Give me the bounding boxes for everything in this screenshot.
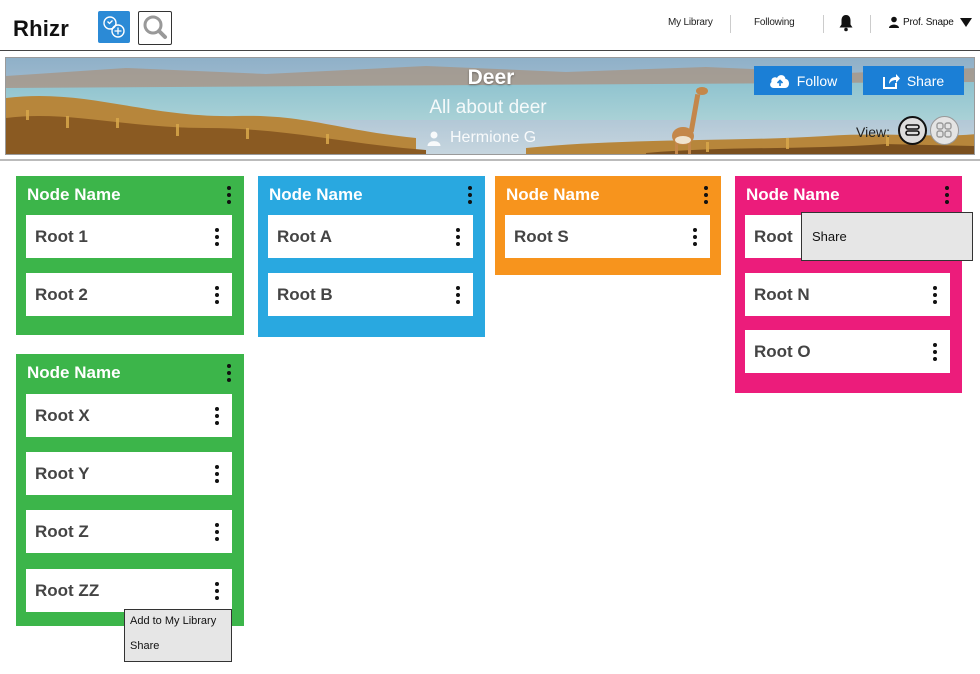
root-item-menu-button[interactable] <box>453 285 463 304</box>
search-icon <box>143 15 167 39</box>
author-icon <box>427 131 441 146</box>
share-label: Share <box>906 72 945 89</box>
node-title[interactable]: Node Name <box>506 185 600 205</box>
root-item-label: Root Z <box>35 521 89 541</box>
node-card-header: Node Name <box>745 176 952 214</box>
root-item-menu-button[interactable] <box>212 285 222 304</box>
share-icon <box>882 73 900 89</box>
search-button[interactable] <box>138 11 172 45</box>
node-context-menu: Share <box>801 212 973 261</box>
user-icon <box>889 16 899 28</box>
root-item-label: Root <box>754 226 793 246</box>
nav-divider <box>730 15 731 33</box>
root-item-label: Root ZZ <box>35 580 100 600</box>
node-card: Node Name Root A Root B <box>258 176 485 337</box>
root-item[interactable]: Root 1 <box>26 215 232 258</box>
node-title[interactable]: Node Name <box>27 185 121 205</box>
top-bar-divider <box>0 50 980 51</box>
node-card: Node Name Root Root N Root O <box>735 176 962 393</box>
root-item[interactable]: Root X <box>26 394 232 437</box>
root-item-menu-button[interactable] <box>930 342 940 361</box>
bell-icon <box>839 15 853 32</box>
topic-banner: Deer All about deer Hermione G Follow Sh… <box>5 57 975 155</box>
root-item[interactable]: Root S <box>505 215 710 258</box>
root-item[interactable]: Root Y <box>26 452 232 495</box>
app-logo[interactable]: Rhizr <box>13 16 69 42</box>
root-item[interactable]: Root B <box>268 273 473 316</box>
root-item-menu-button[interactable] <box>212 581 222 600</box>
grid-view-icon <box>936 122 952 138</box>
node-card-header: Node Name <box>268 176 475 214</box>
item-context-menu: Add to My Library Share <box>124 609 232 662</box>
notifications-button[interactable] <box>838 14 854 37</box>
topic-author[interactable]: Hermione G <box>426 129 536 147</box>
root-item-menu-button[interactable] <box>690 227 700 246</box>
root-item-menu-button[interactable] <box>453 227 463 246</box>
node-title[interactable]: Node Name <box>746 185 840 205</box>
menu-item-add-to-library[interactable]: Add to My Library <box>125 610 231 633</box>
cloud-upload-icon <box>769 74 789 88</box>
author-name: Hermione G <box>450 129 537 146</box>
root-item-label: Root B <box>277 284 333 304</box>
top-bar: Rhizr My Library Following Prof. Snape <box>0 0 980 52</box>
root-item-label: Root 1 <box>35 226 88 246</box>
root-item-label: Root A <box>277 226 333 246</box>
user-name: Prof. Snape <box>903 16 954 28</box>
grid-view-button[interactable] <box>930 116 959 145</box>
menu-item-share[interactable]: Share <box>125 633 231 656</box>
root-item-menu-button[interactable] <box>212 522 222 541</box>
node-menu-button[interactable] <box>942 186 952 204</box>
node-menu-button[interactable] <box>465 186 475 204</box>
root-item[interactable]: Root Z <box>26 510 232 553</box>
root-item[interactable]: Root 2 <box>26 273 232 316</box>
node-title[interactable]: Node Name <box>27 363 121 383</box>
banner-divider <box>0 159 980 161</box>
node-menu-button[interactable] <box>224 186 234 204</box>
root-item-label: Root O <box>754 341 811 361</box>
root-item-menu-button[interactable] <box>212 406 222 425</box>
node-menu-button[interactable] <box>701 186 711 204</box>
root-item-label: Root Y <box>35 463 90 483</box>
view-label: View: <box>856 124 890 140</box>
root-item-menu-button[interactable] <box>212 227 222 246</box>
root-item-label: Root X <box>35 405 90 425</box>
node-menu-button[interactable] <box>224 364 234 382</box>
nav-my-library[interactable]: My Library <box>668 17 713 28</box>
topic-subtitle: All about deer <box>429 97 547 118</box>
root-item[interactable]: Root O <box>745 330 950 373</box>
add-branch-icon <box>103 16 125 38</box>
node-card-header: Node Name <box>26 176 234 214</box>
follow-button[interactable]: Follow <box>754 66 852 95</box>
root-item[interactable]: Root ZZ <box>26 569 232 612</box>
caret-down-icon <box>959 17 972 27</box>
list-view-icon <box>905 124 920 136</box>
share-topic-button[interactable]: Share <box>863 66 964 95</box>
follow-label: Follow <box>796 72 838 89</box>
root-item-label: Root N <box>754 284 810 304</box>
root-item[interactable]: Root N <box>745 273 950 316</box>
nav-divider <box>870 15 871 33</box>
node-card-header: Node Name <box>505 176 711 214</box>
node-card: Node Name Root X Root Y Root Z Root ZZ <box>16 354 244 626</box>
list-view-button[interactable] <box>898 116 927 145</box>
root-item-menu-button[interactable] <box>212 464 222 483</box>
root-item[interactable]: Root A <box>268 215 473 258</box>
nav-divider <box>823 15 824 33</box>
root-item-menu-button[interactable] <box>930 285 940 304</box>
create-node-button[interactable] <box>98 11 130 43</box>
node-card-header: Node Name <box>26 354 234 392</box>
node-title[interactable]: Node Name <box>269 185 363 205</box>
node-card: Node Name Root S <box>495 176 721 275</box>
menu-item-share[interactable]: Share <box>802 223 972 250</box>
user-menu[interactable]: Prof. Snape <box>888 16 972 28</box>
node-card: Node Name Root 1 Root 2 <box>16 176 244 335</box>
root-item-label: Root 2 <box>35 284 88 304</box>
root-item-label: Root S <box>514 226 569 246</box>
nav-following[interactable]: Following <box>754 17 795 28</box>
